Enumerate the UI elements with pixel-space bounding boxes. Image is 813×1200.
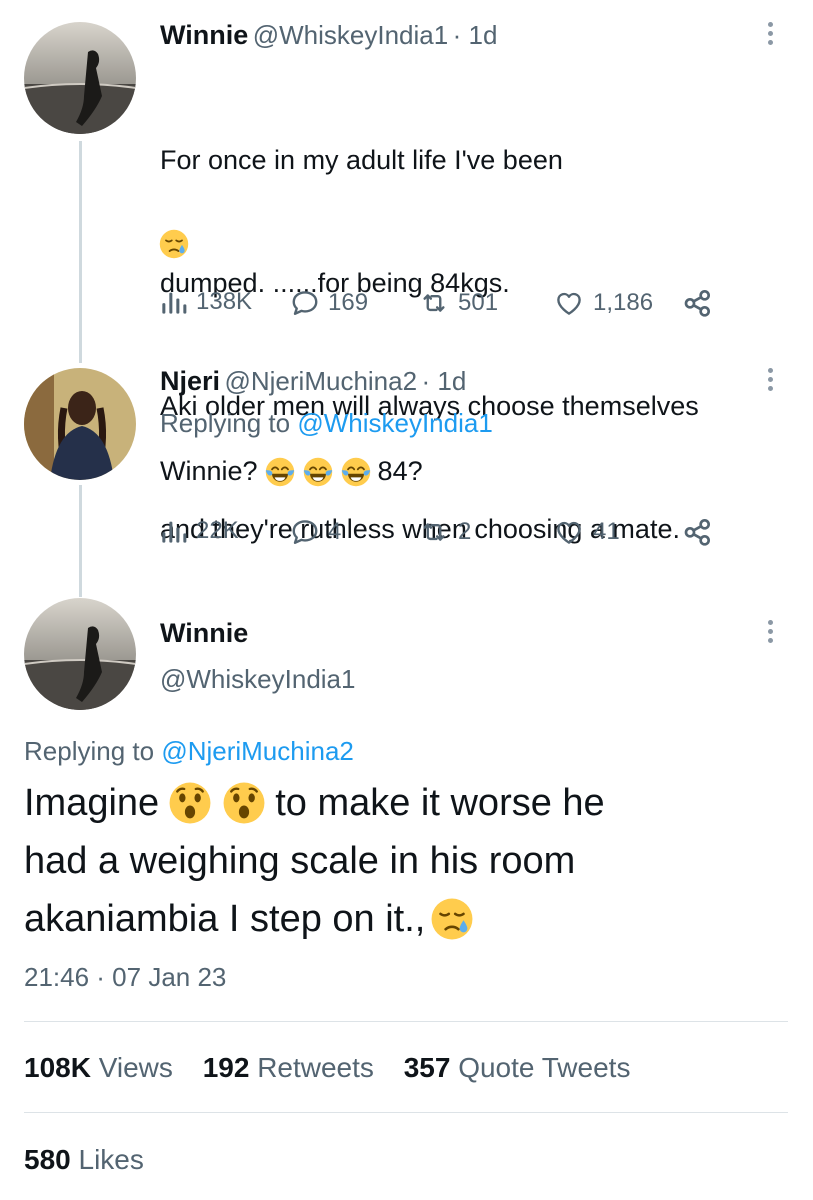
quote-tweets-link[interactable]: 357 Quote Tweets xyxy=(404,1052,631,1083)
reply-icon xyxy=(290,288,320,318)
views-stat: 108K Views xyxy=(24,1052,181,1083)
reply-button[interactable]: 169 xyxy=(290,288,368,318)
likes-label: Likes xyxy=(78,1144,144,1175)
views-stat[interactable]: 22K xyxy=(160,517,239,545)
views-stat[interactable]: 138K xyxy=(160,288,252,316)
author-handle[interactable]: @WhiskeyIndia1 xyxy=(253,20,448,50)
avatar[interactable] xyxy=(24,368,136,480)
retweet-icon xyxy=(418,288,450,318)
engagement-stats: 108K Views 192 Retweets 357 Quote Tweets xyxy=(24,1052,630,1084)
tweet-text: For once in my adult life I've been dump… xyxy=(160,58,699,591)
quotes-label: Quote Tweets xyxy=(458,1052,631,1083)
like-button[interactable]: 41 xyxy=(553,517,620,547)
share-button[interactable] xyxy=(682,286,714,318)
thread-line-2 xyxy=(79,485,82,597)
divider xyxy=(24,1112,788,1113)
replying-to: Replying to @NjeriMuchina2 xyxy=(24,736,354,767)
views-icon xyxy=(160,288,188,316)
astonished-emoji xyxy=(221,780,267,826)
tweet-text-line: Imagine xyxy=(24,782,160,824)
reply-icon xyxy=(290,517,320,547)
main-tweet-text: Imagine to make it worse he had a weighi… xyxy=(24,774,605,948)
share-icon xyxy=(682,286,714,318)
divider xyxy=(24,1021,788,1022)
heart-icon xyxy=(553,517,585,547)
likes-total: 580 xyxy=(24,1144,71,1175)
replying-handle-link[interactable]: @NjeriMuchina2 xyxy=(161,736,354,766)
views-icon xyxy=(160,517,188,545)
tweet-text-line: akaniambia I step on it., xyxy=(24,898,426,940)
reply-count: 169 xyxy=(328,289,369,316)
author-handle[interactable]: @WhiskeyIndia1 xyxy=(160,664,355,695)
likes-link[interactable]: 580 Likes xyxy=(24,1144,144,1176)
tweet-text: Winnie? 84? xyxy=(160,451,423,492)
tweet-time[interactable]: · 1d xyxy=(453,20,498,50)
thread-line-1 xyxy=(79,141,82,363)
tweet-text-line: For once in my adult life I've been xyxy=(160,145,563,175)
views-count: 138K xyxy=(196,288,253,315)
retweet-button[interactable]: 501 xyxy=(418,288,498,318)
author-name[interactable]: Winnie xyxy=(160,618,248,649)
like-button[interactable]: 1,186 xyxy=(553,288,653,318)
views-label: Views xyxy=(98,1052,173,1083)
avatar[interactable] xyxy=(24,598,136,710)
views-total: 108K xyxy=(24,1052,91,1083)
tweet-text-line: to make it worse he xyxy=(275,782,605,824)
astonished-emoji xyxy=(167,780,213,826)
retweet-count: 501 xyxy=(458,289,499,316)
author-handle[interactable]: @NjeriMuchina2 xyxy=(224,366,417,396)
joy-emoji xyxy=(302,456,334,488)
retweets-total: 192 xyxy=(202,1052,250,1083)
retweet-button[interactable]: 2 xyxy=(418,517,471,547)
tweet-timestamp[interactable]: 21:46 · 07 Jan 23 xyxy=(24,962,226,993)
retweet-icon xyxy=(418,517,450,547)
replying-handle-link[interactable]: @WhiskeyIndia1 xyxy=(297,408,492,438)
replying-prefix: Replying to xyxy=(160,408,291,438)
tweet-text-start: Winnie? xyxy=(160,456,258,486)
tweet-text-end: 84? xyxy=(377,456,423,486)
joy-emoji xyxy=(264,456,296,488)
reply-count: 4 xyxy=(328,518,342,545)
more-options-icon[interactable] xyxy=(768,22,774,49)
tweet-time[interactable]: · 1d xyxy=(422,366,467,396)
like-count: 41 xyxy=(593,518,620,545)
retweets-link[interactable]: 192 Retweets xyxy=(203,1052,382,1083)
sad-relieved-emoji xyxy=(158,228,190,260)
reply-button[interactable]: 4 xyxy=(290,517,341,547)
sad-relieved-emoji xyxy=(429,896,475,942)
author-name[interactable]: Winnie xyxy=(160,20,248,50)
more-options-icon[interactable] xyxy=(768,620,774,647)
quotes-total: 357 xyxy=(403,1052,451,1083)
author-name[interactable]: Njeri xyxy=(160,366,220,396)
views-count: 22K xyxy=(196,517,239,544)
like-count: 1,186 xyxy=(593,289,654,316)
avatar[interactable] xyxy=(24,22,136,134)
joy-emoji xyxy=(340,456,372,488)
share-button[interactable] xyxy=(682,515,714,547)
replying-prefix: Replying to xyxy=(24,736,155,766)
share-icon xyxy=(682,515,714,547)
retweets-label: Retweets xyxy=(257,1052,374,1083)
replying-to: Replying to @WhiskeyIndia1 xyxy=(160,408,493,439)
heart-icon xyxy=(553,288,585,318)
tweet-text-line: had a weighing scale in his room xyxy=(24,840,576,882)
retweet-count: 2 xyxy=(458,518,472,545)
more-options-icon[interactable] xyxy=(768,368,774,395)
